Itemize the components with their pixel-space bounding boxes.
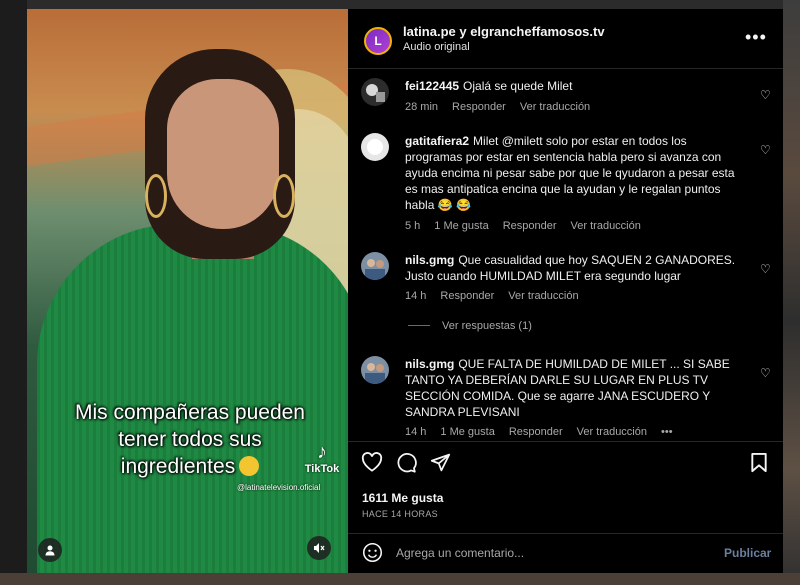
smile-icon: [362, 542, 383, 563]
view-replies-link[interactable]: Ver respuestas (1): [408, 320, 532, 332]
post-header: L latina.pe y elgrancheffamosos.tv Audio…: [348, 9, 783, 69]
comment-like-button[interactable]: ♡: [760, 262, 771, 276]
comment-like-button[interactable]: ♡: [760, 366, 771, 380]
translate-link[interactable]: Ver traducción: [577, 426, 647, 438]
avatar[interactable]: [361, 78, 389, 106]
caption-line-2: tener todos sus: [118, 428, 262, 451]
heart-icon: ♡: [760, 88, 771, 102]
account-avatar[interactable]: L: [364, 27, 392, 55]
comment-text: fei122445 Ojalá se quede Milet: [405, 79, 573, 93]
comment-meta: 28 min Responder Ver traducción: [405, 101, 604, 113]
comment-username[interactable]: fei122445: [405, 79, 459, 93]
tiktok-watermark: ♪ TikTok: [302, 441, 342, 475]
post-time: HACE 14 HORAS: [362, 509, 438, 519]
comment-icon: [397, 453, 417, 473]
comment-like-button[interactable]: ♡: [760, 143, 771, 157]
comment-meta: 5 h 1 Me gusta Responder Ver traducción: [405, 220, 655, 232]
save-button[interactable]: [750, 452, 768, 479]
comment-meta: 14 h 1 Me gusta Responder Ver traducción •••: [405, 426, 687, 438]
avatar[interactable]: [361, 252, 389, 280]
comment-likes[interactable]: 1 Me gusta: [434, 220, 488, 232]
publish-button[interactable]: Publicar: [724, 546, 771, 560]
reply-link[interactable]: Responder: [503, 220, 557, 232]
translate-link[interactable]: Ver traducción: [520, 101, 590, 113]
heart-icon: ♡: [760, 143, 771, 157]
more-icon: •••: [745, 27, 767, 47]
video-caption: Mis compañeras pueden tener todos sus in…: [55, 399, 325, 480]
reel-video[interactable]: Mis compañeras pueden tener todos sus in…: [27, 9, 348, 573]
reply-link[interactable]: Responder: [509, 426, 563, 438]
emoji-button[interactable]: [362, 542, 383, 569]
share-button[interactable]: [430, 452, 451, 479]
comment-composer: Agrega un comentario... Publicar: [348, 533, 783, 573]
person-face: [167, 79, 279, 229]
tiktok-icon: ♪: [317, 441, 327, 463]
likes-count[interactable]: 1611 Me gusta: [362, 491, 443, 505]
comment-text: nils.gmg QUE FALTA DE HUMILDAD DE MILET .…: [405, 357, 730, 419]
face-emoji-icon: [239, 456, 260, 476]
reply-link[interactable]: Responder: [452, 101, 506, 113]
post-details-panel: L latina.pe y elgrancheffamosos.tv Audio…: [348, 9, 783, 573]
earring-right: [273, 174, 295, 218]
like-button[interactable]: [361, 452, 383, 478]
comment-meta: 14 h Responder Ver traducción: [405, 290, 593, 302]
comment-time: 28 min: [405, 101, 439, 113]
comment-button[interactable]: [396, 452, 417, 479]
translate-link[interactable]: Ver traducción: [571, 220, 641, 232]
user-tags-button[interactable]: [38, 538, 62, 562]
heart-icon: [361, 452, 383, 472]
user-icon: [45, 545, 55, 556]
background-left: [0, 0, 27, 585]
caption-line-3: ingredientes: [120, 455, 236, 478]
comment-username[interactable]: nils.gmg: [405, 357, 454, 371]
background-bottom: [0, 573, 800, 585]
heart-icon: ♡: [760, 262, 771, 276]
share-icon: [430, 453, 451, 472]
comment-text: nils.gmg Que casualidad que hoy SAQUEN 2 …: [405, 253, 736, 283]
comment-username[interactable]: gatitafiera2: [405, 134, 469, 148]
comment-time: 5 h: [405, 220, 421, 232]
tiktok-label: TikTok: [304, 463, 340, 475]
heart-icon: ♡: [760, 366, 771, 380]
comment-time: 14 h: [405, 426, 427, 438]
bookmark-icon: [751, 452, 767, 473]
tiktok-username: @latinatelevision.oficial: [237, 483, 321, 492]
audio-link[interactable]: Audio original: [403, 41, 470, 53]
more-options-button[interactable]: •••: [745, 27, 767, 48]
comment-text: gatitafiera2 Milet @milett solo por estar…: [405, 134, 735, 212]
comment-time: 14 h: [405, 290, 427, 302]
avatar[interactable]: [361, 133, 389, 161]
avatar[interactable]: [361, 356, 389, 384]
earring-left: [145, 174, 167, 218]
comment-username[interactable]: nils.gmg: [405, 253, 454, 267]
account-names[interactable]: latina.pe y elgrancheffamosos.tv: [403, 24, 605, 39]
comment-like-button[interactable]: ♡: [760, 88, 771, 102]
comment-likes[interactable]: 1 Me gusta: [440, 426, 494, 438]
caption-line-1: Mis compañeras pueden: [75, 401, 305, 424]
reply-link[interactable]: Responder: [440, 290, 494, 302]
comments-list[interactable]: fei122445 Ojalá se quede Milet 28 min Resp…: [348, 70, 783, 439]
mute-icon: [314, 543, 325, 553]
comment-input[interactable]: Agrega un comentario...: [396, 546, 524, 560]
comment-options-icon[interactable]: •••: [661, 426, 673, 438]
mute-button[interactable]: [307, 536, 331, 560]
background-right: [783, 0, 800, 585]
translate-link[interactable]: Ver traducción: [508, 290, 578, 302]
